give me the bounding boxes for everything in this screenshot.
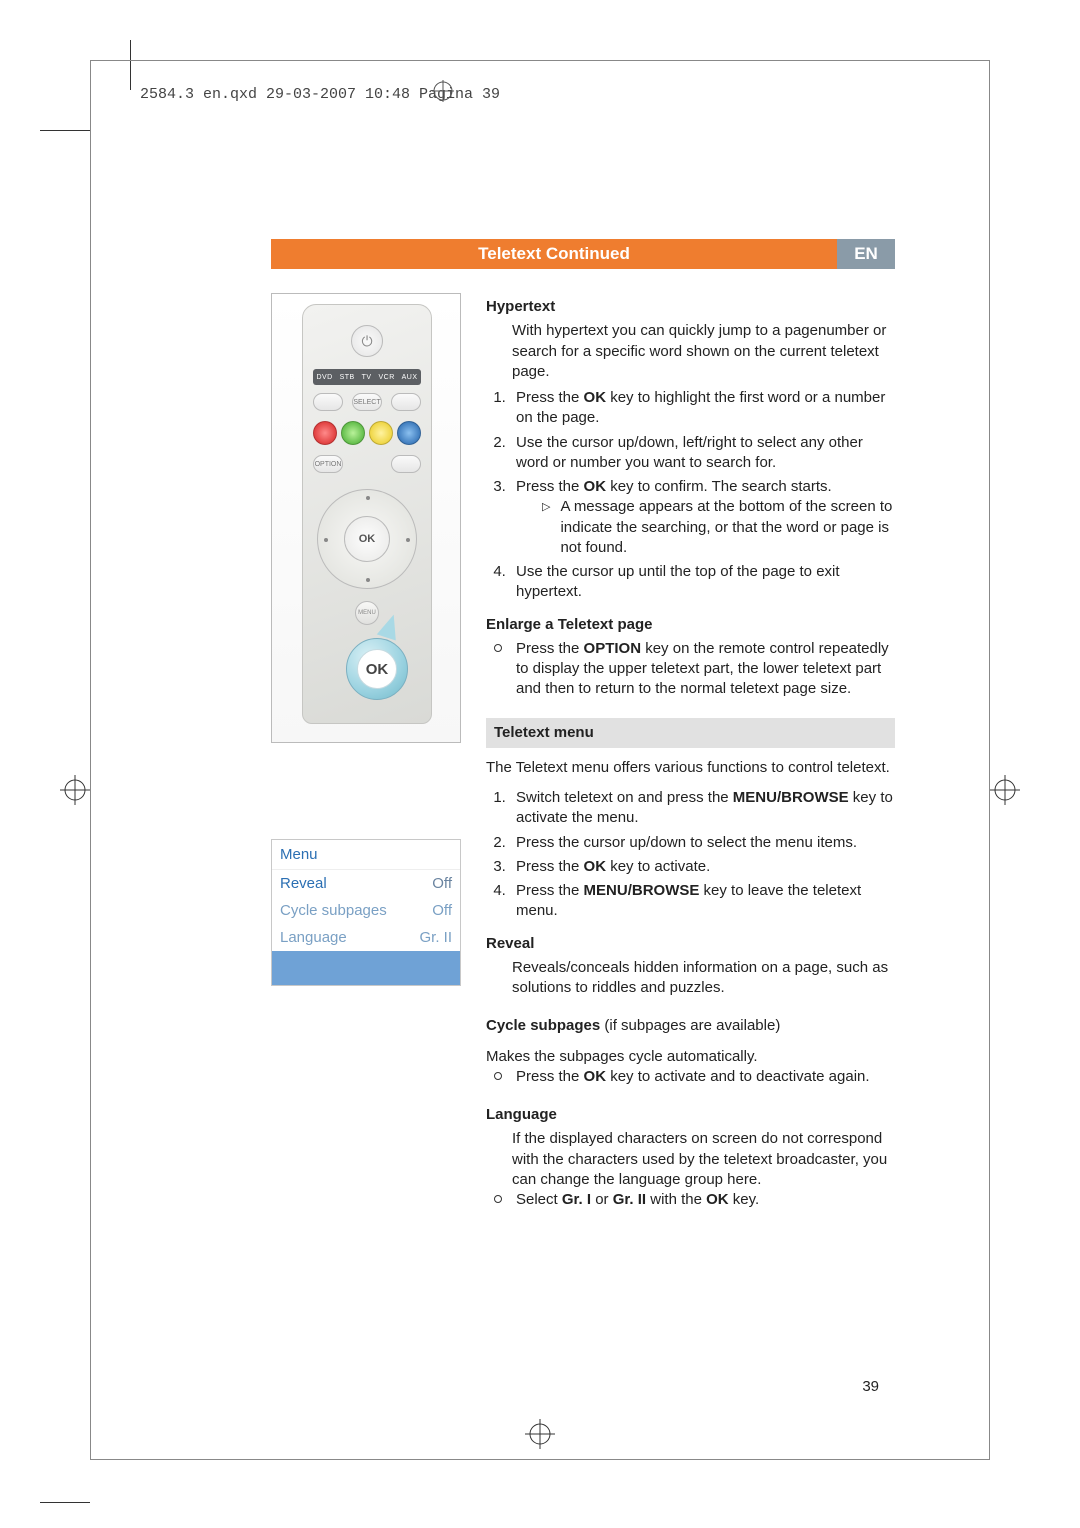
power-icon: ⏻ bbox=[351, 325, 383, 357]
nav-up-icon bbox=[366, 496, 370, 500]
menu-panel-title: Menu bbox=[272, 840, 460, 870]
row-buttons-1: SELECT bbox=[313, 393, 421, 411]
heading-reveal: Reveal bbox=[486, 934, 895, 954]
step-item: Switch teletext on and press the MENU/BR… bbox=[510, 788, 895, 829]
yellow-button-icon bbox=[369, 421, 393, 445]
cycle-text: Makes the subpages cycle automatically. bbox=[486, 1047, 895, 1067]
bullet-text: Select Gr. I or Gr. II with the OK key. bbox=[516, 1190, 759, 1210]
step-item: Press the MENU/BROWSE key to leave the t… bbox=[510, 881, 895, 922]
nav-left-icon bbox=[324, 538, 328, 542]
crop-mark bbox=[40, 130, 90, 131]
select-button: SELECT bbox=[352, 393, 382, 411]
substep-text: A message appears at the bottom of the s… bbox=[560, 497, 895, 558]
step-item: Press the cursor up/down to select the m… bbox=[510, 833, 895, 853]
heading-cycle: Cycle subpages (if subpages are availabl… bbox=[486, 1016, 895, 1036]
heading-language: Language bbox=[486, 1105, 895, 1125]
section-bar-teletext-menu: Teletext menu bbox=[486, 718, 895, 748]
step-item: Use the cursor up until the top of the p… bbox=[510, 562, 895, 603]
registration-mark-bottom bbox=[525, 1419, 555, 1449]
language-text: If the displayed characters on screen do… bbox=[486, 1129, 895, 1190]
bullet-text: Press the OPTION key on the remote contr… bbox=[516, 639, 895, 700]
registration-mark-left bbox=[60, 775, 90, 810]
title-bar: Teletext Continued EN bbox=[271, 239, 895, 269]
main-content: Hypertext With hypertext you can quickly… bbox=[486, 293, 895, 1210]
bullet-icon bbox=[494, 644, 502, 652]
device-selector-bar: DVD STB TV VCR AUX bbox=[313, 369, 421, 385]
reveal-text: Reveals/conceals hidden information on a… bbox=[486, 958, 895, 999]
menu-panel-footer bbox=[272, 951, 460, 985]
bullet-item: Press the OK key to activate and to deac… bbox=[486, 1067, 895, 1087]
red-button-icon bbox=[313, 421, 337, 445]
bullet-item: Press the OPTION key on the remote contr… bbox=[486, 639, 895, 700]
teletext-menu-intro: The Teletext menu offers various functio… bbox=[486, 758, 895, 778]
step-item: Use the cursor up/down, left/right to se… bbox=[510, 433, 895, 474]
pill-button bbox=[391, 455, 421, 473]
device-vcr: VCR bbox=[378, 374, 394, 381]
device-tv: TV bbox=[362, 374, 372, 381]
step-item: Press the OK key to confirm. The search … bbox=[510, 477, 895, 558]
page-number: 39 bbox=[862, 1378, 879, 1395]
language-badge: EN bbox=[837, 239, 895, 269]
crop-mark bbox=[40, 1502, 90, 1503]
menu-button: MENU bbox=[355, 601, 379, 625]
ok-button: OK bbox=[344, 516, 390, 562]
device-aux: AUX bbox=[402, 374, 418, 381]
substep: ▷ A message appears at the bottom of the… bbox=[516, 497, 895, 558]
remote-illustration: ⏻ DVD STB TV VCR AUX SELECT OPTION bbox=[271, 293, 461, 743]
menu-row-value: Off bbox=[432, 875, 452, 892]
ok-callout: OK bbox=[346, 628, 426, 708]
nav-down-icon bbox=[366, 578, 370, 582]
color-buttons-row bbox=[313, 421, 421, 445]
device-stb: STB bbox=[340, 374, 355, 381]
pill-button bbox=[391, 393, 421, 411]
triangle-icon: ▷ bbox=[542, 497, 550, 558]
page-frame: Teletext Continued EN ⏻ DVD STB TV VCR A… bbox=[90, 60, 990, 1460]
step-item: Press the OK key to activate. bbox=[510, 857, 895, 877]
bullet-icon bbox=[494, 1195, 502, 1203]
bullet-icon bbox=[494, 1072, 502, 1080]
ok-callout-label: OK bbox=[357, 649, 397, 689]
hypertext-steps: Press the OK key to highlight the first … bbox=[486, 388, 895, 603]
teletext-menu-panel: Menu Reveal Off Cycle subpages Off Langu… bbox=[271, 839, 461, 986]
teletext-menu-steps: Switch teletext on and press the MENU/BR… bbox=[486, 788, 895, 922]
green-button-icon bbox=[341, 421, 365, 445]
bullet-text: Press the OK key to activate and to deac… bbox=[516, 1067, 870, 1087]
nav-ring: OK bbox=[317, 489, 417, 589]
heading-hypertext: Hypertext bbox=[486, 297, 895, 317]
menu-row-label: Cycle subpages bbox=[280, 902, 387, 919]
step-item: Press the OK key to highlight the first … bbox=[510, 388, 895, 429]
nav-right-icon bbox=[406, 538, 410, 542]
blue-button-icon bbox=[397, 421, 421, 445]
heading-enlarge: Enlarge a Teletext page bbox=[486, 615, 895, 635]
ok-callout-bubble: OK bbox=[346, 638, 408, 700]
bullet-item: Select Gr. I or Gr. II with the OK key. bbox=[486, 1190, 895, 1210]
menu-row-value: Gr. II bbox=[419, 929, 452, 946]
device-dvd: DVD bbox=[316, 374, 332, 381]
registration-mark-right bbox=[990, 775, 1020, 810]
menu-row-label: Language bbox=[280, 929, 347, 946]
menu-row-language: Language Gr. II bbox=[272, 924, 460, 951]
row-buttons-2: OPTION bbox=[313, 455, 421, 473]
option-button: OPTION bbox=[313, 455, 343, 473]
menu-row-value: Off bbox=[432, 902, 452, 919]
pill-button bbox=[313, 393, 343, 411]
page-title: Teletext Continued bbox=[271, 239, 837, 269]
menu-row-reveal: Reveal Off bbox=[272, 870, 460, 897]
menu-row-cycle: Cycle subpages Off bbox=[272, 897, 460, 924]
menu-row-label: Reveal bbox=[280, 875, 327, 892]
hypertext-intro: With hypertext you can quickly jump to a… bbox=[486, 321, 895, 382]
